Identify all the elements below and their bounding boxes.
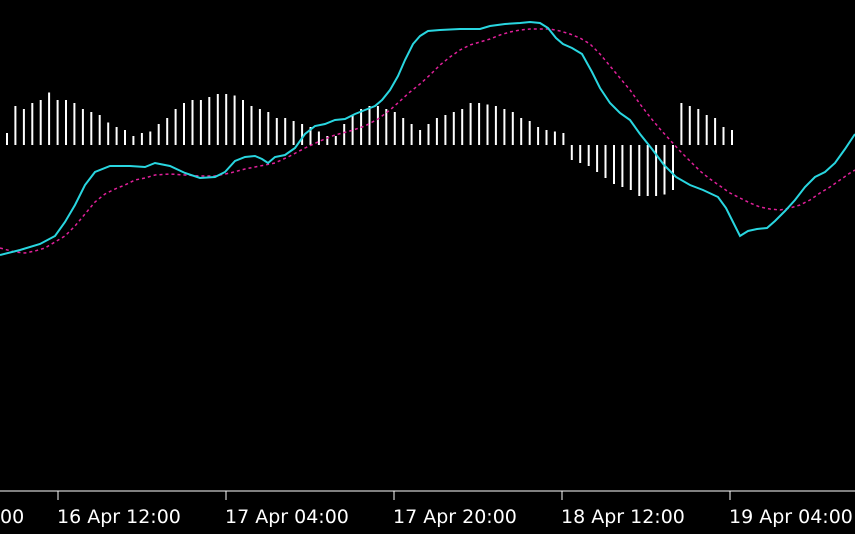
x-tick-label: 16 Apr 12:00 xyxy=(57,506,181,528)
x-tick-label: 18 Apr 12:00 xyxy=(561,506,685,528)
x-tick-label: 17 Apr 04:00 xyxy=(225,506,349,528)
x-tick-label-partial: 00 xyxy=(0,506,24,528)
x-tick-label: 17 Apr 20:00 xyxy=(393,506,517,528)
macd-chart: 00 16 Apr 12:00 17 Apr 04:00 17 Apr 20:0… xyxy=(0,0,855,534)
chart-background xyxy=(0,0,855,534)
x-tick-label: 19 Apr 04:00 xyxy=(729,506,853,528)
